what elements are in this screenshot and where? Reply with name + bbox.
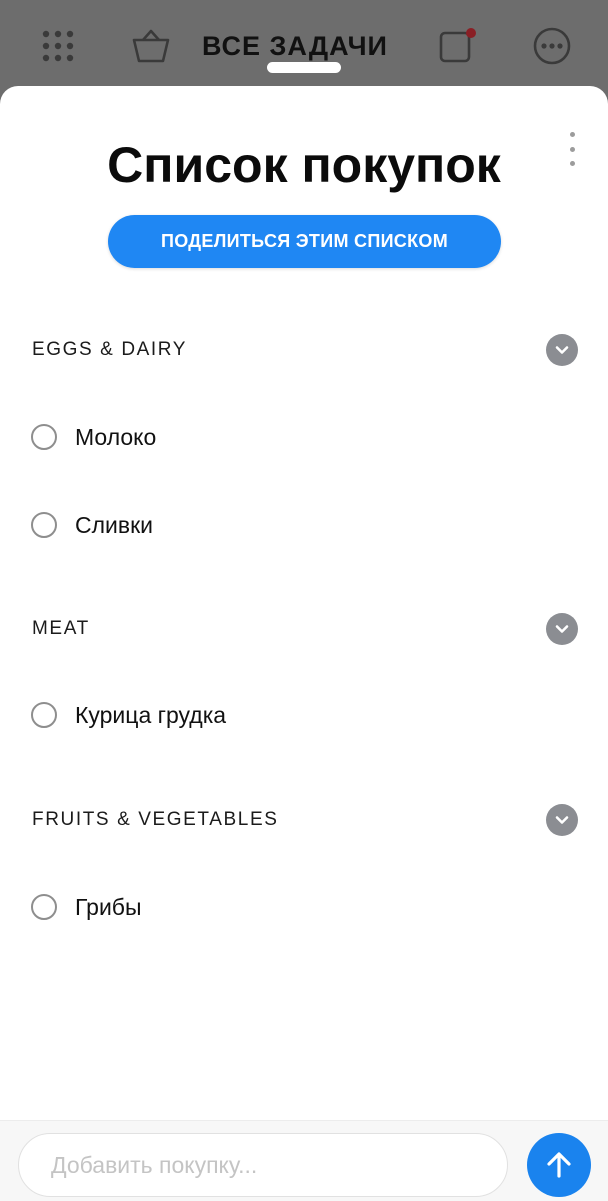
section-header[interactable]: EGGS & DAIRY	[0, 332, 608, 368]
section-eggs-dairy: EGGS & DAIRY	[0, 332, 608, 368]
section-meat: MEAT	[0, 611, 608, 647]
item-checkbox[interactable]	[31, 424, 57, 450]
item-label: Сливки	[75, 511, 154, 538]
sheet-grabber-handle[interactable]	[267, 62, 341, 73]
shopping-list-sheet: Список покупок ПОДЕЛИТЬСЯ ЭТИМ СПИСКОМ E…	[0, 86, 608, 1200]
section-fruits-vegetables: FRUITS & VEGETABLES	[0, 802, 608, 838]
list-item[interactable]: Сливки	[0, 505, 608, 545]
section-label: EGGS & DAIRY	[32, 339, 188, 360]
list-item[interactable]: Молоко	[0, 417, 608, 457]
square-notification-icon[interactable]	[436, 26, 476, 66]
list-item[interactable]: Курица грудка	[0, 695, 608, 735]
item-checkbox[interactable]	[31, 702, 57, 728]
item-checkbox[interactable]	[31, 512, 57, 538]
item-label: Курица грудка	[75, 701, 227, 728]
section-header[interactable]: FRUITS & VEGETABLES	[0, 802, 608, 838]
page-title: ВСЕ ЗАДАЧИ	[202, 30, 388, 61]
list-item[interactable]: Грибы	[0, 887, 608, 927]
section-label: FRUITS & VEGETABLES	[32, 809, 279, 830]
notification-dot	[466, 28, 476, 38]
more-icon[interactable]	[530, 26, 574, 66]
grid-icon[interactable]	[38, 26, 78, 66]
arrow-up-icon	[547, 1152, 571, 1178]
share-list-button[interactable]: ПОДЕЛИТЬСЯ ЭТИМ СПИСКОМ	[108, 215, 501, 268]
list-title: Список покупок	[107, 137, 501, 193]
basket-icon[interactable]	[130, 26, 172, 66]
top-bar: ВСЕ ЗАДАЧИ	[0, 0, 608, 96]
add-item-button[interactable]	[527, 1133, 591, 1197]
item-label: Молоко	[75, 423, 157, 450]
item-checkbox[interactable]	[31, 894, 57, 920]
chevron-down-icon[interactable]	[546, 804, 578, 836]
section-header[interactable]: MEAT	[0, 611, 608, 647]
add-item-input[interactable]	[18, 1133, 508, 1197]
item-label: Грибы	[75, 893, 142, 920]
section-label: MEAT	[32, 618, 90, 639]
add-item-bar	[0, 1120, 608, 1201]
chevron-down-icon[interactable]	[546, 334, 578, 366]
chevron-down-icon[interactable]	[546, 613, 578, 645]
